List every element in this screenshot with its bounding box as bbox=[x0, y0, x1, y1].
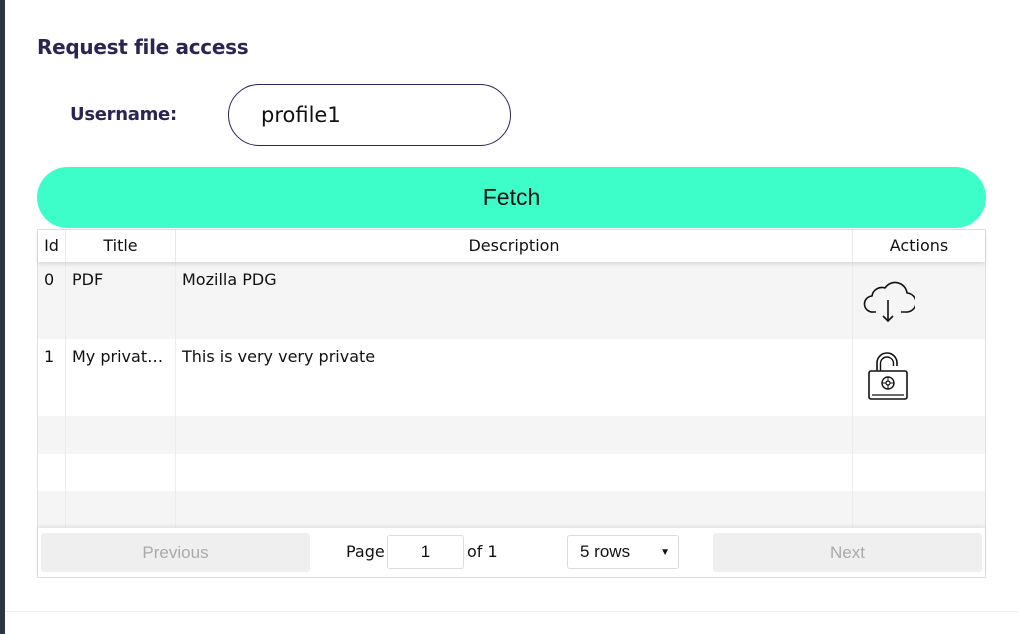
page-total-label: of 1 bbox=[467, 542, 498, 561]
empty-cell bbox=[176, 454, 853, 491]
previous-button[interactable]: Previous bbox=[41, 533, 310, 572]
header-actions[interactable]: Actions bbox=[853, 230, 985, 262]
header-description[interactable]: Description bbox=[176, 230, 853, 262]
cloud-download-icon[interactable] bbox=[863, 279, 915, 325]
empty-cell bbox=[66, 454, 176, 491]
row-description: Mozilla PDG bbox=[176, 262, 853, 339]
files-table: Id Title Description Actions 0 PDF Mozil… bbox=[37, 229, 986, 578]
pagination-bar: Previous Page 1 of 1 5 rows ▼ Next bbox=[38, 528, 985, 577]
empty-cell bbox=[66, 491, 176, 528]
table-row: 0 PDF Mozilla PDG bbox=[38, 262, 985, 339]
empty-cell bbox=[853, 491, 985, 528]
empty-cell bbox=[38, 416, 66, 454]
username-input[interactable] bbox=[228, 84, 511, 146]
empty-row bbox=[38, 491, 985, 528]
row-description: This is very very private bbox=[176, 339, 853, 416]
empty-cell bbox=[66, 416, 176, 454]
empty-cell bbox=[853, 454, 985, 491]
row-id: 1 bbox=[38, 339, 66, 416]
empty-cell bbox=[853, 416, 985, 454]
row-actions bbox=[853, 262, 985, 339]
page-number-input[interactable]: 1 bbox=[387, 535, 464, 569]
row-id: 0 bbox=[38, 262, 66, 339]
rows-per-page-select[interactable]: 5 rows ▼ bbox=[567, 535, 679, 569]
next-button[interactable]: Next bbox=[713, 533, 982, 572]
rows-per-page-value: 5 rows bbox=[580, 542, 631, 561]
empty-cell bbox=[176, 416, 853, 454]
page-label: Page bbox=[346, 542, 385, 561]
row-title: My private... bbox=[66, 339, 176, 416]
empty-cell bbox=[38, 491, 66, 528]
unlock-padlock-icon[interactable] bbox=[865, 350, 911, 404]
table-header: Id Title Description Actions bbox=[38, 230, 985, 262]
fetch-button[interactable]: Fetch bbox=[37, 167, 986, 228]
header-title[interactable]: Title bbox=[66, 230, 176, 262]
left-border-bar bbox=[0, 0, 5, 634]
empty-cell bbox=[38, 454, 66, 491]
row-actions bbox=[853, 339, 985, 416]
chevron-down-icon: ▼ bbox=[660, 547, 670, 558]
empty-row bbox=[38, 454, 985, 491]
row-title: PDF bbox=[66, 262, 176, 339]
table-row: 1 My private... This is very very privat… bbox=[38, 339, 985, 416]
empty-row bbox=[38, 416, 985, 454]
empty-cell bbox=[176, 491, 853, 528]
header-id[interactable]: Id bbox=[38, 230, 66, 262]
footer-divider bbox=[5, 611, 1018, 612]
page-title: Request file access bbox=[37, 35, 249, 59]
username-label: Username: bbox=[70, 104, 177, 125]
